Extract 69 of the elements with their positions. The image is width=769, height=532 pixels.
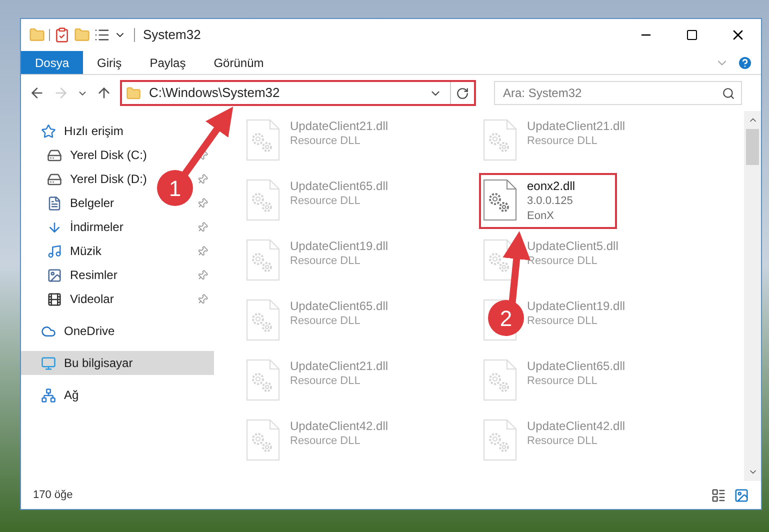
- sidebar-item[interactable]: Resimler: [47, 266, 118, 284]
- drive-icon: [47, 172, 62, 186]
- file-detail: Resource DLL: [527, 254, 598, 269]
- item-count: 170 öğe: [33, 488, 73, 503]
- file-detail: EonX: [527, 209, 555, 224]
- back-icon[interactable]: [29, 85, 45, 101]
- monitor-icon: [41, 356, 56, 370]
- sidebar-item[interactable]: İndirmeler: [47, 218, 124, 236]
- file-gear-icon: [246, 239, 280, 281]
- sidebar-item[interactable]: OneDrive: [41, 322, 115, 340]
- file-detail: Resource DLL: [290, 254, 362, 269]
- drive-icon: [47, 148, 62, 162]
- sidebar-item[interactable]: Yerel Disk (D:): [47, 170, 147, 188]
- file-gear-icon: [246, 299, 280, 341]
- file-gear-icon: [246, 119, 280, 161]
- sidebar-item[interactable]: Ağ: [41, 386, 79, 404]
- file-gear-icon: [483, 419, 517, 461]
- sidebar-item[interactable]: Hızlı erişim: [41, 122, 124, 140]
- maximize-icon: [686, 29, 698, 41]
- ribbon-tab[interactable]: Dosya: [21, 51, 84, 74]
- clipboard-check-icon[interactable]: [54, 27, 70, 43]
- file-gear-icon: [246, 359, 280, 401]
- sidebar-item[interactable]: Yerel Disk (C:): [47, 146, 147, 164]
- refresh-icon[interactable]: [456, 86, 469, 100]
- up-icon[interactable]: [96, 85, 112, 101]
- folder-icon: [126, 86, 141, 100]
- star-icon: [41, 124, 56, 138]
- sidebar-item[interactable]: Bu bilgisayar: [41, 354, 133, 372]
- file-gear-icon: [483, 359, 517, 401]
- file-gear-icon: [246, 419, 280, 461]
- file-detail: Resource DLL: [290, 314, 362, 329]
- list-icon[interactable]: [94, 27, 110, 43]
- file-detail: 3.0.0.125: [527, 194, 574, 209]
- file-gear-icon: [483, 119, 517, 161]
- file-gear-icon: [483, 179, 517, 221]
- music-note-icon: [47, 244, 62, 258]
- file-detail: Resource DLL: [290, 134, 362, 149]
- document-icon: [47, 196, 62, 210]
- highlight-frame[interactable]: eonx2.dll 3.0.0.125 EonX: [479, 173, 618, 229]
- search-field[interactable]: Ara: System32: [494, 81, 742, 105]
- address-text: C:\Windows\System32: [149, 84, 281, 102]
- file-detail: Resource DLL: [290, 434, 362, 449]
- search-icon[interactable]: [722, 87, 735, 100]
- sidebar-item[interactable]: Müzik: [47, 242, 102, 260]
- film-icon: [47, 292, 62, 306]
- ribbon-tab[interactable]: Paylaş: [136, 51, 200, 74]
- file-gear-icon: [246, 179, 280, 221]
- ribbon-tab[interactable]: Giriş: [83, 51, 136, 74]
- picture-icon: [47, 268, 62, 282]
- file-detail: Resource DLL: [290, 194, 362, 209]
- file-detail: Resource DLL: [290, 374, 362, 389]
- file-detail: Resource DLL: [527, 134, 598, 149]
- sidebar-item[interactable]: Belgeler: [47, 194, 114, 212]
- help-icon[interactable]: [737, 54, 753, 70]
- scrollbar[interactable]: [744, 111, 761, 481]
- file-detail: Resource DLL: [527, 314, 598, 329]
- ribbon-tab[interactable]: Görünüm: [200, 51, 278, 74]
- large-icons-view-icon[interactable]: [734, 488, 749, 502]
- file-detail: Resource DLL: [527, 434, 598, 449]
- file-detail: Resource DLL: [527, 374, 598, 389]
- address-field[interactable]: C:\Windows\System32: [120, 80, 476, 106]
- scrollbar-thumb[interactable]: [746, 129, 759, 165]
- file-name[interactable]: eonx2.dll: [527, 179, 576, 194]
- down-arrow-icon: [47, 220, 62, 234]
- cloud-icon: [41, 324, 56, 338]
- details-view-icon[interactable]: [711, 488, 726, 502]
- window-title: System32: [143, 26, 201, 44]
- network-icon: [41, 388, 56, 402]
- sidebar-item[interactable]: Videolar: [47, 290, 114, 308]
